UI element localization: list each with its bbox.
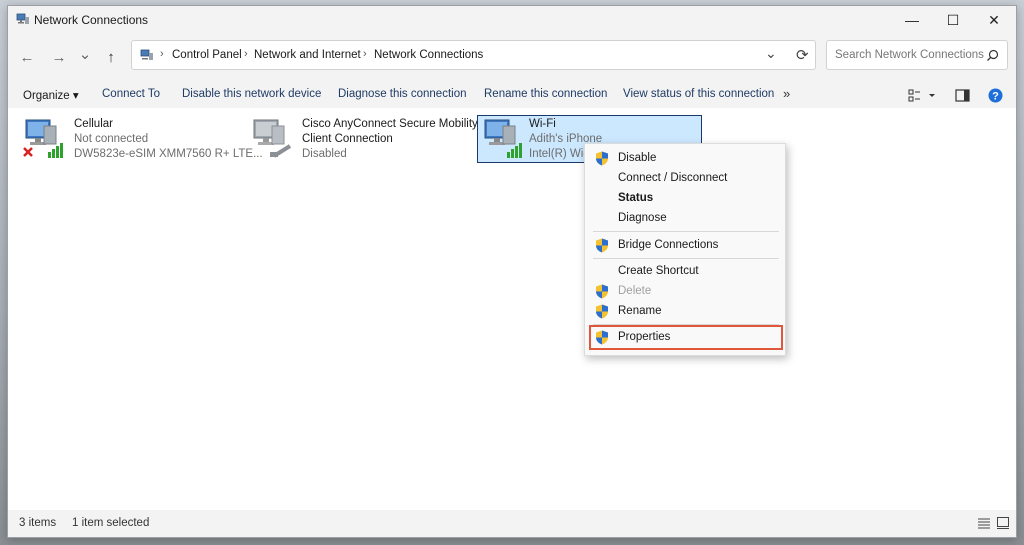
minimize-button[interactable]: — [892,6,932,34]
back-button[interactable]: ← [17,49,37,66]
title-bar[interactable]: Network Connections — ☐ ✕ [8,6,1016,34]
uac-shield-icon [596,284,608,299]
menu-separator [593,258,779,259]
uac-shield-icon [596,330,608,345]
search-placeholder: Search Network Connections [835,49,984,61]
context-menu: Disable Connect / Disconnect Status Diag… [584,143,786,356]
menu-label: Rename [618,305,662,317]
connect-to-button[interactable]: Connect To [102,88,160,100]
connection-name-continued: Client Connection [302,133,393,145]
menu-label: Properties [618,331,671,343]
breadcrumb-network-connections[interactable]: Network Connections [374,49,483,61]
menu-item-delete: Delete [585,282,785,302]
uac-shield-icon [596,151,608,166]
connection-item-cellular[interactable]: Cellular Not connected DW5823e-eSIM XMM7… [18,115,263,163]
breadcrumb-control-panel[interactable]: Control Panel [172,49,242,61]
menu-item-disable[interactable]: Disable [585,149,785,169]
svg-text:?: ? [992,91,999,103]
search-input[interactable]: Search Network Connections [826,40,1008,70]
menu-label: Create Shortcut [618,265,699,277]
up-button[interactable]: ↑ [101,49,121,66]
menu-label: Bridge Connections [618,239,719,251]
close-button[interactable]: ✕ [974,6,1014,34]
vpn-adapter-icon [253,119,292,158]
large-icons-view-icon[interactable] [997,517,1009,529]
organize-button[interactable]: Organize ▾ [23,88,79,102]
menu-item-properties[interactable]: Properties [589,325,783,350]
connection-name: Cellular [74,118,113,130]
refresh-icon[interactable]: ⟳ [796,46,809,64]
selection-count: 1 item selected [72,517,150,529]
connection-name: Cisco AnyConnect Secure Mobility [302,118,478,130]
preview-pane-icon[interactable] [955,89,970,102]
recent-locations-button[interactable]: ⌄ [75,45,95,63]
menu-label: Status [618,192,654,204]
search-icon[interactable] [986,49,999,62]
network-connections-window: Network Connections — ☐ ✕ ← → ⌄ ↑ › Cont… [7,5,1017,538]
menu-label: Diagnose [618,212,667,224]
breadcrumb-separator: › [160,48,164,60]
maximize-button[interactable]: ☐ [933,6,973,34]
control-panel-icon [140,49,153,60]
menu-item-rename[interactable]: Rename [585,302,785,322]
breadcrumb-network-and-internet[interactable]: Network and Internet [254,49,361,61]
address-dropdown-icon[interactable]: ⌄ [765,45,777,62]
window-title: Network Connections [34,13,149,27]
change-view-icon[interactable] [908,89,936,102]
item-count: 3 items [19,517,57,529]
network-connections-icon [16,13,29,24]
menu-item-status[interactable]: Status [585,189,785,209]
connection-item-cisco-anyconnect[interactable]: Cisco AnyConnect Secure Mobility Client … [246,115,478,163]
status-bar: 3 items 1 item selected [8,510,1016,537]
help-icon[interactable]: ? [988,88,1003,103]
menu-item-bridge-connections[interactable]: Bridge Connections [585,236,785,256]
menu-separator [593,231,779,232]
menu-label: Connect / Disconnect [618,172,728,184]
wifi-adapter-icon [484,119,522,158]
details-view-icon[interactable] [978,518,990,529]
rename-connection-button[interactable]: Rename this connection [484,88,607,100]
address-row: ← → ⌄ ↑ › Control Panel › Network and In… [8,34,1016,82]
uac-shield-icon [596,238,608,253]
menu-item-connect-disconnect[interactable]: Connect / Disconnect [585,169,785,189]
diagnose-connection-button[interactable]: Diagnose this connection [338,88,467,100]
breadcrumb-separator: › [363,48,367,60]
menu-label: Disable [618,152,657,164]
uac-shield-icon [596,304,608,319]
more-commands-button[interactable]: » [783,86,790,101]
connections-list: Cellular Not connected DW5823e-eSIM XMM7… [8,108,1016,512]
connection-status: Disabled [302,148,347,160]
disable-device-button[interactable]: Disable this network device [182,88,321,100]
address-bar[interactable]: › Control Panel › Network and Internet ›… [131,40,816,70]
forward-button[interactable]: → [49,49,69,66]
connection-status: Not connected [74,133,149,145]
menu-item-diagnose[interactable]: Diagnose [585,209,785,229]
view-status-button[interactable]: View status of this connection [623,88,774,100]
breadcrumb-separator: › [244,48,248,60]
connection-device: DW5823e-eSIM XMM7560 R+ LTE... [74,148,263,160]
connection-name: Wi-Fi [529,118,556,130]
command-toolbar: Organize ▾ Connect To Disable this netwo… [8,82,1016,108]
menu-label: Delete [618,285,652,297]
menu-item-create-shortcut[interactable]: Create Shortcut [585,262,785,282]
cellular-adapter-icon [23,119,63,158]
